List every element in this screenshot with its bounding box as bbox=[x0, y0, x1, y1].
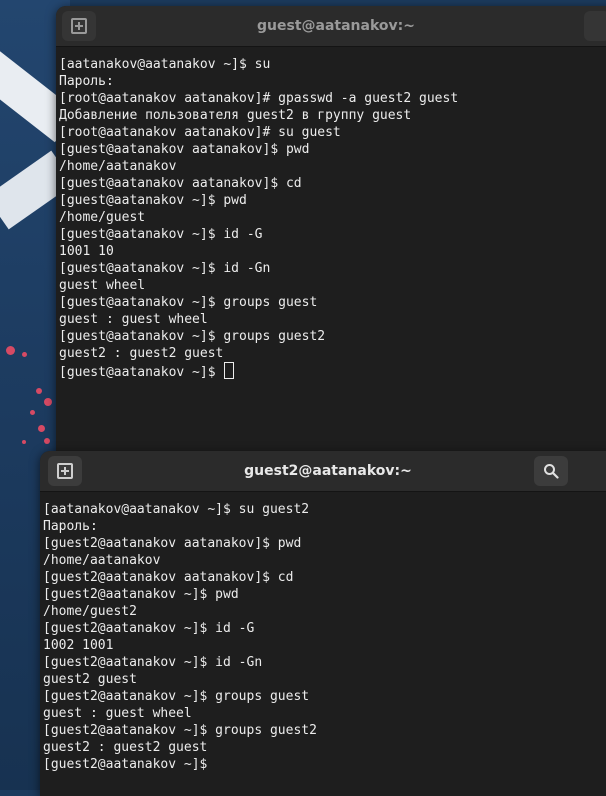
wallpaper-dot bbox=[36, 388, 42, 394]
terminal-window-guest[interactable]: guest@aatanakov:~ [aatanakov@aatanakov ~… bbox=[56, 6, 606, 458]
terminal-line: [guest2@aatanakov aatanakov]$ pwd bbox=[43, 536, 302, 551]
terminal-line: Пароль: bbox=[43, 519, 98, 534]
terminal-line: [guest@aatanakov aatanakov]$ pwd bbox=[59, 142, 310, 157]
terminal-line: Пароль: bbox=[59, 74, 114, 89]
terminal-line: guest : guest wheel bbox=[43, 706, 192, 721]
terminal-line: [guest@aatanakov ~]$ id -Gn bbox=[59, 261, 271, 276]
terminal-line: [guest@aatanakov ~]$ pwd bbox=[59, 193, 247, 208]
terminal-line: 1001 10 bbox=[59, 244, 114, 259]
wallpaper-dot bbox=[30, 410, 35, 415]
terminal-line: guest2 guest bbox=[43, 672, 137, 687]
window-title: guest@aatanakov:~ bbox=[257, 18, 415, 34]
terminal-line: guest2 : guest2 guest bbox=[43, 740, 208, 755]
terminal-output[interactable]: [aatanakov@aatanakov ~]$ su guest2 Пароль… bbox=[40, 492, 606, 773]
terminal-window-guest2[interactable]: guest2@aatanakov:~ [aatanakov@aatanakov … bbox=[40, 451, 606, 796]
terminal-line: /home/guest bbox=[59, 210, 146, 225]
search-button[interactable] bbox=[584, 11, 606, 41]
terminal-line: [guest2@aatanakov aatanakov]$ cd bbox=[43, 570, 294, 585]
terminal-line: guest2 : guest2 guest bbox=[59, 346, 224, 361]
wallpaper-dot bbox=[38, 425, 45, 432]
terminal-line: [guest2@aatanakov ~]$ groups guest2 bbox=[43, 723, 317, 738]
wallpaper-dot bbox=[6, 346, 15, 355]
terminal-line: /home/aatanakov bbox=[59, 159, 177, 174]
wallpaper-dot bbox=[22, 440, 26, 444]
terminal-line: /home/guest2 bbox=[43, 604, 137, 619]
terminal-line: [guest2@aatanakov ~]$ id -Gn bbox=[43, 655, 263, 670]
window-title: guest2@aatanakov:~ bbox=[244, 463, 412, 479]
terminal-line: [guest2@aatanakov ~]$ groups guest bbox=[43, 689, 310, 704]
terminal-line: [root@aatanakov aatanakov]# gpasswd -a g… bbox=[59, 91, 459, 106]
terminal-line: guest : guest wheel bbox=[59, 312, 208, 327]
wallpaper-dot bbox=[44, 438, 50, 444]
terminal-line: Добавление пользователя guest2 в группу … bbox=[59, 108, 412, 123]
search-button[interactable] bbox=[534, 456, 568, 486]
terminal-line: [root@aatanakov aatanakov]# su guest bbox=[59, 125, 341, 140]
terminal-line: [guest2@aatanakov ~]$ bbox=[43, 757, 208, 772]
terminal-line: [guest@aatanakov ~]$ bbox=[59, 362, 606, 380]
wallpaper-dot bbox=[44, 398, 52, 406]
terminal-line: [guest@aatanakov ~]$ groups guest bbox=[59, 295, 318, 310]
search-icon bbox=[544, 464, 559, 479]
terminal-line: [aatanakov@aatanakov ~]$ su bbox=[59, 57, 271, 72]
terminal-line: [aatanakov@aatanakov ~]$ su guest2 bbox=[43, 502, 310, 517]
terminal-line: [guest@aatanakov ~]$ id -G bbox=[59, 227, 263, 242]
terminal-line: 1002 1001 bbox=[43, 638, 114, 653]
terminal-line: [guest@aatanakov ~]$ groups guest2 bbox=[59, 329, 326, 344]
wallpaper-dot bbox=[22, 352, 27, 357]
titlebar[interactable]: guest@aatanakov:~ bbox=[56, 6, 606, 47]
terminal-line: [guest2@aatanakov ~]$ pwd bbox=[43, 587, 239, 602]
terminal-output[interactable]: [aatanakov@aatanakov ~]$ su Пароль: [root@… bbox=[56, 47, 606, 380]
terminal-line: guest wheel bbox=[59, 278, 146, 293]
text-cursor bbox=[224, 362, 235, 379]
terminal-line: [guest@aatanakov aatanakov]$ cd bbox=[59, 176, 302, 191]
titlebar[interactable]: guest2@aatanakov:~ bbox=[40, 451, 606, 492]
terminal-line: [guest2@aatanakov ~]$ id -G bbox=[43, 621, 255, 636]
terminal-line: /home/aatanakov bbox=[43, 553, 161, 568]
